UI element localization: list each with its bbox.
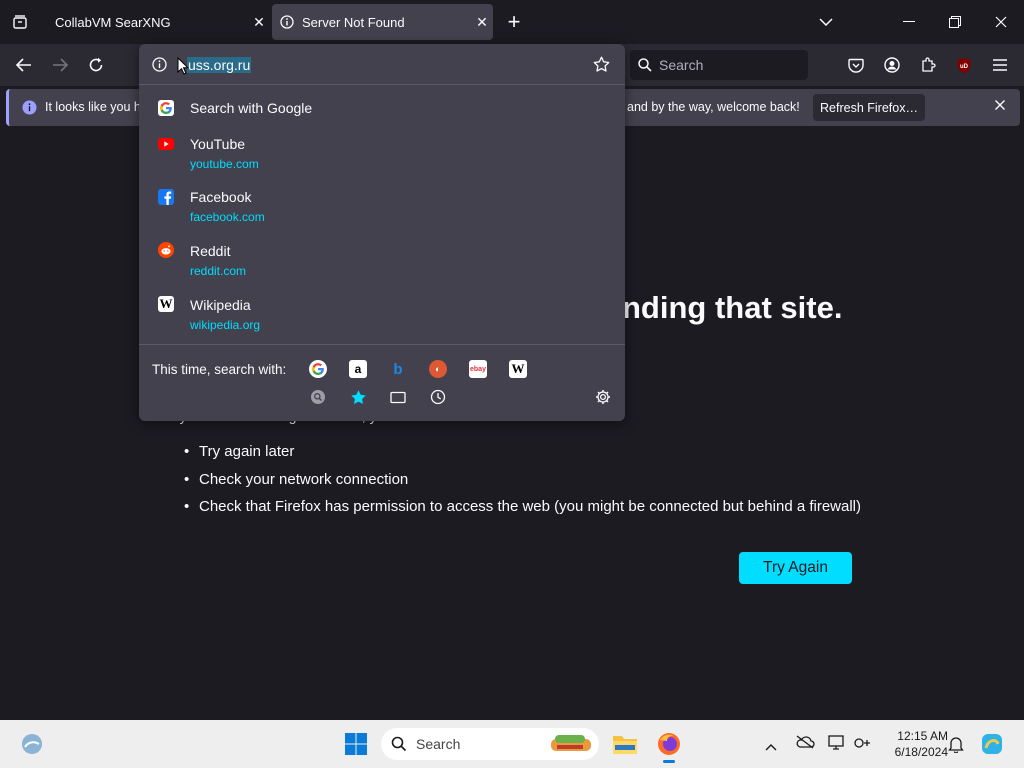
clock-time: 12:15 AM [897,729,948,743]
extensions-icon[interactable] [914,51,942,79]
url-input[interactable]: uss.org.ru [147,51,617,79]
search-with-label: Search with Google [190,100,313,116]
result-title: Facebook [190,189,252,205]
mouse-cursor [177,56,190,80]
result-title: Wikipedia [190,297,251,313]
tab-title: Server Not Found [302,14,405,30]
info-icon[interactable] [152,57,167,72]
facebook-icon [158,189,174,205]
notification-text-right: and by the way, welcome back! [627,100,800,114]
search-icon [391,736,407,752]
google-icon [158,100,174,116]
svg-text:uD: uD [960,64,969,70]
firefox-taskbar-icon[interactable] [656,731,682,763]
error-heading: nding that site. [622,290,843,325]
new-tab-icon[interactable]: + [500,8,528,36]
close-icon[interactable] [994,99,1006,111]
restore-icon[interactable] [941,8,969,36]
list-item[interactable]: YouTube youtube.com [139,130,625,174]
network-icon[interactable] [853,735,871,756]
tab-server-not-found[interactable]: Server Not Found ✕ [272,4,493,40]
reddit-icon [158,242,174,258]
menu-icon[interactable] [986,51,1014,79]
wikipedia-icon: W [158,296,174,312]
try-again-button[interactable]: Try Again [739,552,852,584]
start-icon[interactable] [344,732,368,756]
onedrive-offline-icon[interactable] [795,735,815,754]
list-item: Check that Firefox has permission to acc… [184,498,861,515]
google-icon[interactable] [309,360,327,378]
toolbar-search-box[interactable]: Search [630,50,808,80]
bookmarks-icon[interactable] [349,388,367,406]
display-icon[interactable] [828,735,846,756]
close-tab-icon[interactable]: ✕ [471,14,493,31]
tab-collabvm-searxng[interactable]: CollabVM SearXNG ✕ [42,4,270,40]
reload-icon[interactable] [82,51,110,79]
list-item: Check your network connection [184,471,408,488]
result-title: Reddit [190,243,231,259]
result-url: wikipedia.org [190,318,261,332]
minimize-icon[interactable] [895,8,923,36]
clock[interactable]: 12:15 AM 6/18/2024 [880,728,948,760]
one-off-search-label: This time, search with: [152,362,287,377]
wikipedia-icon[interactable]: W [509,360,527,378]
duckduckgo-icon[interactable]: ◐ [429,360,447,378]
result-url: youtube.com [190,157,259,171]
chevron-down-icon[interactable] [812,8,840,36]
list-item[interactable]: W Wikipedia wikipedia.org [139,291,625,335]
taskbar-search-box[interactable]: Search [381,728,599,760]
ebay-icon[interactable]: ebay [469,360,487,378]
list-item[interactable]: Facebook facebook.com [139,183,625,227]
tab-list-icon[interactable] [6,8,34,36]
pocket-icon[interactable] [842,51,870,79]
search-highlight-icon [547,731,595,757]
tab-strip: CollabVM SearXNG ✕ Server Not Found ✕ + [0,0,1024,44]
tabs-icon[interactable] [389,388,407,406]
bookmark-star-icon[interactable] [593,56,610,73]
bing-icon[interactable]: b [389,360,407,378]
notification-text-left: It looks like you ha [45,100,148,114]
tab-title: CollabVM SearXNG [55,14,171,30]
clock-date: 6/18/2024 [894,745,948,759]
history-icon[interactable] [429,388,447,406]
list-item: Try again later [184,443,294,460]
ublock-icon[interactable]: uD [950,51,978,79]
close-tab-icon[interactable]: ✕ [248,14,270,31]
result-title: YouTube [190,136,246,152]
back-icon[interactable] [10,51,38,79]
urlbar-dropdown: uss.org.ru Search with Google YouTube yo… [139,44,625,421]
search-with-google-row[interactable]: Search with Google [139,94,625,122]
result-url: facebook.com [190,210,265,224]
account-icon[interactable] [878,51,906,79]
forward-icon[interactable] [46,51,74,79]
close-window-icon[interactable] [987,8,1015,36]
info-icon [280,15,302,29]
result-url: reddit.com [190,264,247,278]
list-item[interactable]: Reddit reddit.com [139,237,625,281]
search-placeholder: Search [659,57,704,73]
amazon-icon[interactable]: a [349,360,367,378]
youtube-icon [158,136,174,152]
search-icon [638,58,652,72]
file-explorer-icon[interactable] [612,732,638,756]
refresh-firefox-button[interactable]: Refresh Firefox… [813,94,925,121]
gear-icon[interactable] [594,388,612,406]
divider [139,344,625,345]
url-value: uss.org.ru [187,57,252,73]
copilot-icon[interactable] [980,732,1004,761]
widgets-icon[interactable] [20,732,44,756]
taskbar-search-placeholder: Search [416,736,461,752]
divider [139,84,625,85]
search-history-icon[interactable] [309,388,327,406]
bell-icon[interactable] [948,735,964,758]
info-icon [22,100,37,115]
chevron-up-icon[interactable] [765,738,777,756]
